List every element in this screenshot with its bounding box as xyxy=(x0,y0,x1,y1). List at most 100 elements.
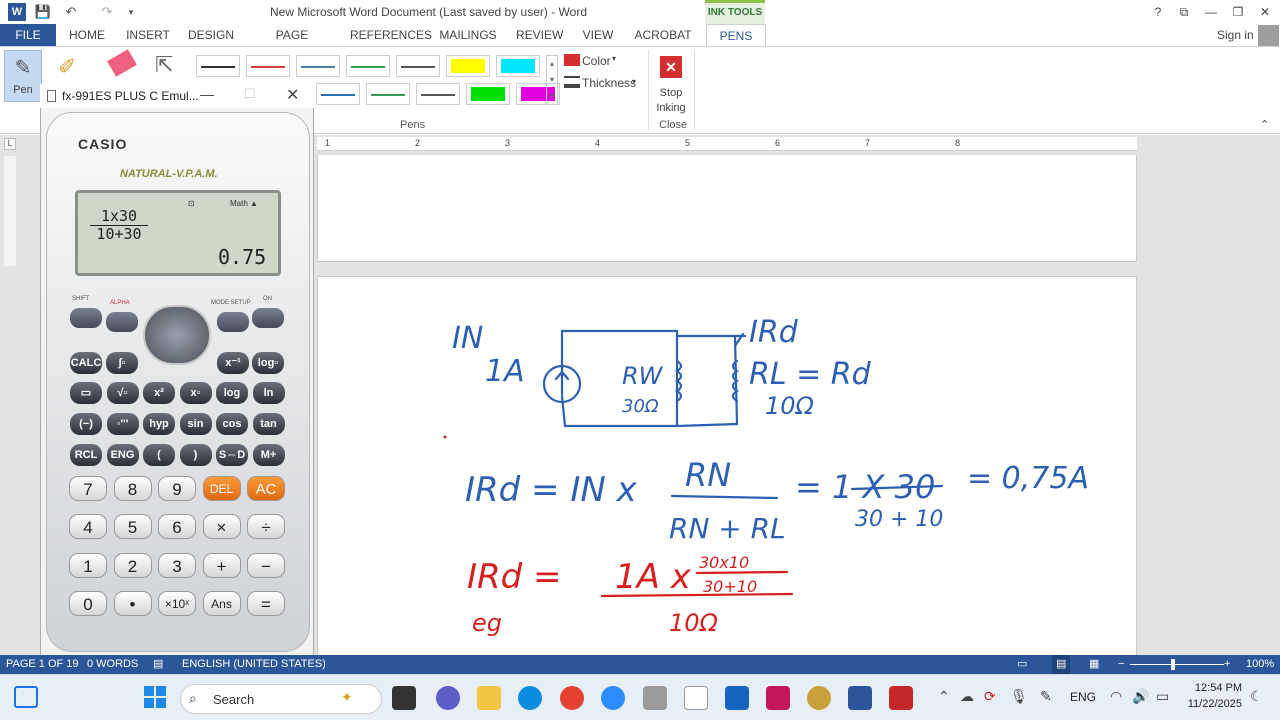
tab-page-layout[interactable]: PAGE LAYOUT xyxy=(253,24,331,64)
pen-style-swatch[interactable] xyxy=(366,83,410,105)
calc-key[interactable]: 2 xyxy=(113,553,152,578)
save-icon[interactable]: 💾 xyxy=(34,3,52,21)
shift-key[interactable] xyxy=(70,308,102,328)
calc-key[interactable]: x² xyxy=(143,382,175,404)
document-icon[interactable] xyxy=(684,686,708,710)
app-icon[interactable] xyxy=(807,686,831,710)
microphone-icon[interactable]: 🎙 xyxy=(1010,688,1028,705)
pen-style-swatch[interactable] xyxy=(396,55,440,77)
taskbar-search[interactable]: ⌕ Search ✦ xyxy=(180,684,382,714)
gallery-scroll[interactable]: ▴ ▾ ▾ xyxy=(546,55,558,105)
calc-key[interactable]: − xyxy=(247,553,285,578)
calc-key[interactable]: ) xyxy=(179,444,212,466)
customize-qat-icon[interactable]: ▾ xyxy=(122,3,140,21)
ribbon-display-options-icon[interactable]: ⧉ xyxy=(1172,2,1196,22)
tab-home[interactable]: HOME xyxy=(66,24,108,46)
zoom-app-icon[interactable] xyxy=(601,686,625,710)
color-button[interactable]: Color xyxy=(582,54,611,68)
page-count[interactable]: PAGE 1 OF 19 xyxy=(6,655,79,674)
pen-style-swatch[interactable] xyxy=(316,83,360,105)
calc-key[interactable]: ∫▫ xyxy=(106,352,138,374)
calculator-taskbar-icon[interactable] xyxy=(643,686,667,710)
alpha-key[interactable] xyxy=(106,312,138,332)
calc-key[interactable]: 6 xyxy=(158,514,196,539)
stop-inking-button[interactable]: Stop Inking xyxy=(652,86,690,116)
tab-file[interactable]: FILE xyxy=(0,24,56,46)
calc-key[interactable]: Ans xyxy=(202,591,241,616)
calc-key[interactable]: ×10ˣ xyxy=(158,591,196,616)
thickness-button[interactable]: Thickness xyxy=(582,76,636,90)
on-key[interactable] xyxy=(252,308,284,328)
tab-insert[interactable]: INSERT xyxy=(126,24,170,46)
pen-style-swatch[interactable] xyxy=(346,55,390,77)
pen-icon[interactable]: ✎ xyxy=(1040,688,1052,705)
chrome-icon[interactable] xyxy=(560,686,584,710)
calc-key[interactable]: ln xyxy=(252,382,285,404)
input-language[interactable]: ENG xyxy=(1070,690,1096,704)
select-objects-icon[interactable]: ⇱ xyxy=(155,52,173,78)
clock-date[interactable]: 11/22/2025 xyxy=(1180,698,1242,710)
web-layout-icon[interactable]: ▦ xyxy=(1089,655,1099,674)
calc-key[interactable]: DEL xyxy=(202,476,241,501)
calc-key[interactable]: ENG xyxy=(106,444,139,466)
pen-tool-button[interactable]: ✎ Pen xyxy=(4,50,42,102)
tab-mailings[interactable]: MAILINGS xyxy=(437,24,499,46)
calc-key[interactable]: log xyxy=(216,382,248,404)
word-taskbar-icon[interactable] xyxy=(848,686,872,710)
calc-key[interactable]: 9 xyxy=(158,476,196,501)
calc-key[interactable]: hyp xyxy=(143,413,175,435)
pen-style-swatch[interactable] xyxy=(246,55,290,77)
zoom-slider-thumb[interactable] xyxy=(1171,659,1175,670)
security-app-icon[interactable] xyxy=(889,686,913,710)
battery-icon[interactable]: ▭ xyxy=(1156,688,1169,705)
calc-key[interactable]: • xyxy=(113,591,152,616)
calculator-minimize-icon[interactable]: — xyxy=(200,86,214,102)
redo-icon[interactable]: ↷ xyxy=(98,3,116,21)
language[interactable]: ENGLISH (UNITED STATES) xyxy=(182,655,326,674)
cloud-icon[interactable]: ☁ xyxy=(960,688,974,705)
task-view-icon[interactable] xyxy=(392,686,416,710)
calc-key[interactable]: S⇔D xyxy=(216,444,248,466)
avatar[interactable] xyxy=(1258,25,1279,46)
calc-key[interactable]: 4 xyxy=(69,514,107,539)
widgets-icon[interactable] xyxy=(14,686,38,708)
page-1[interactable] xyxy=(317,155,1137,262)
calc-key[interactable]: + xyxy=(202,553,241,578)
tab-acrobat[interactable]: ACROBAT xyxy=(634,24,692,46)
pen-style-swatch[interactable] xyxy=(466,83,510,105)
calc-key[interactable]: x▫ xyxy=(179,382,212,404)
clock-time[interactable]: 12:54 PM xyxy=(1186,682,1242,694)
tab-pens[interactable]: PENS xyxy=(706,24,766,46)
pen-style-swatch[interactable] xyxy=(446,55,490,77)
print-layout-icon[interactable]: ▤ xyxy=(1052,655,1071,674)
calc-key[interactable]: 0 xyxy=(69,591,107,616)
zoom-slider[interactable] xyxy=(1130,664,1224,665)
read-mode-icon[interactable]: ▭ xyxy=(1017,655,1027,674)
calc-key[interactable]: AC xyxy=(247,476,285,501)
proofing-icon[interactable]: ▤ xyxy=(153,655,163,674)
calc-key[interactable]: ÷ xyxy=(247,514,285,539)
tab-selector[interactable]: L xyxy=(4,138,16,150)
replay-dpad[interactable] xyxy=(143,305,211,365)
word-count[interactable]: 0 WORDS xyxy=(87,655,138,674)
calc-key[interactable]: × xyxy=(202,514,241,539)
undo-icon[interactable]: ↶ xyxy=(62,3,80,21)
ink-drawing-canvas[interactable]: IN 1A RW 30Ω IRd RL = Rd 10Ω IRd = IN x … xyxy=(317,276,1137,656)
calc-key[interactable]: ( xyxy=(143,444,175,466)
pen-style-swatch[interactable] xyxy=(296,55,340,77)
calculator-close-icon[interactable]: ✕ xyxy=(286,85,299,105)
help-icon[interactable]: ? xyxy=(1146,2,1170,22)
calc-key[interactable]: = xyxy=(247,591,285,616)
highlighter-icon[interactable]: ✐ xyxy=(58,54,76,80)
calc-key[interactable]: 3 xyxy=(158,553,196,578)
zoom-out-icon[interactable]: − xyxy=(1118,655,1124,674)
start-icon[interactable] xyxy=(144,686,166,708)
stop-inking-icon[interactable]: ✕ xyxy=(660,56,682,78)
calc-key[interactable]: 8 xyxy=(113,476,152,501)
calc-key[interactable]: sin xyxy=(179,413,212,435)
calc-key[interactable]: M+ xyxy=(252,444,285,466)
calc-key[interactable]: (−) xyxy=(70,413,102,435)
tab-design[interactable]: DESIGN xyxy=(188,24,234,46)
tab-view[interactable]: VIEW xyxy=(581,24,615,46)
calc-key[interactable]: log▫ xyxy=(252,352,284,374)
